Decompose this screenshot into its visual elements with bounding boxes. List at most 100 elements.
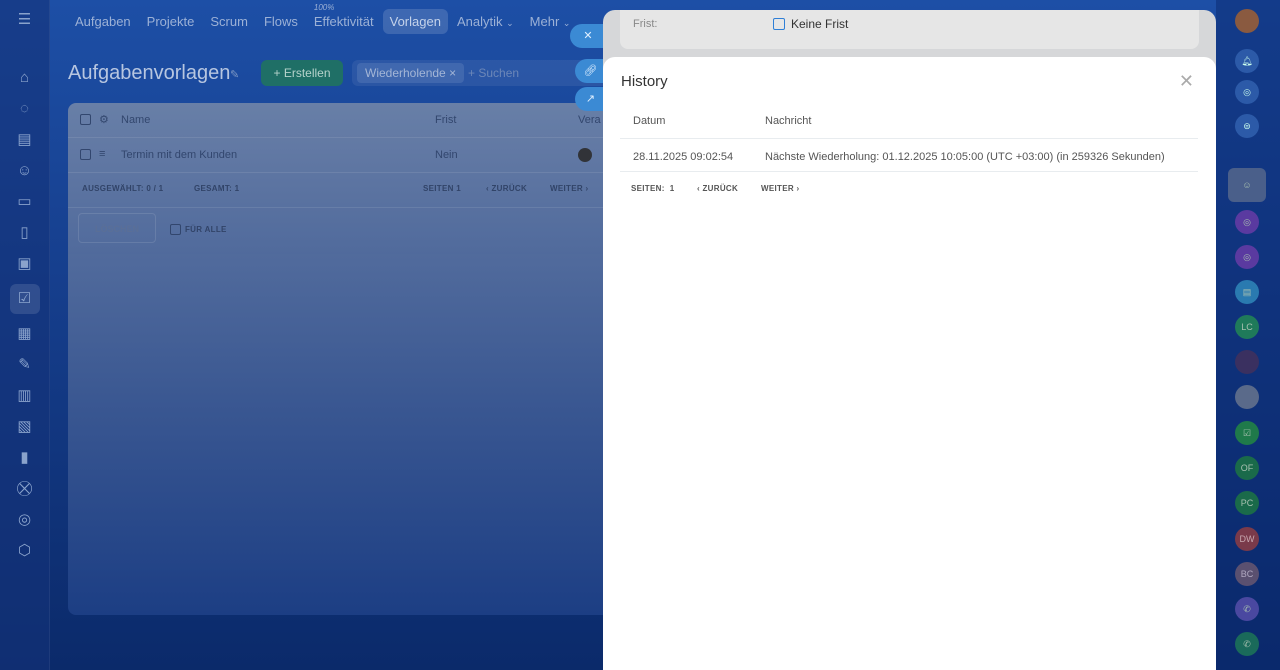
feed-icon[interactable]: ◌ [14,98,36,120]
menu-icon[interactable]: ☰ [14,9,36,31]
calendar-icon [773,18,785,30]
avatar[interactable] [578,148,592,162]
avatar-lc[interactable]: LC [1235,315,1259,339]
selected-label: AUSGEWÄHLT: [82,184,144,193]
total-count: GESAMT: 1 [194,184,239,193]
frist-value[interactable]: Keine Frist [773,17,848,31]
presentation-icon[interactable]: ▣ [14,253,36,275]
crm-icon[interactable]: ▧ [14,416,36,438]
tab-vorlagen[interactable]: Vorlagen [382,8,448,34]
avatar[interactable]: ☺ [1228,168,1266,202]
history-message: Nächste Wiederholung: 01.12.2025 10:05:0… [765,151,1165,163]
for-all-checkbox[interactable]: FÜR ALLE [170,224,227,235]
prev-label: ZURÜCK [702,184,739,193]
filter-chip[interactable]: Wiederholende × [357,63,465,83]
copilot-chat-icon[interactable]: ◎ [1235,245,1259,269]
tab-flows[interactable]: Flows [257,9,305,34]
chat-bubble-icon[interactable]: ▤ [1235,280,1259,304]
tab-effektivitaet[interactable]: 100% Effektivität [307,3,381,34]
store-icon[interactable]: ▥ [14,385,36,407]
tab-analytik[interactable]: Analytik ⌄ [450,9,521,34]
pages-value: 1 [669,184,675,193]
home-icon[interactable]: ⌂ [14,67,36,89]
pages: SEITEN 1 [423,184,461,193]
select-all-checkbox[interactable] [80,114,91,125]
avatar-pc[interactable]: PC [1235,491,1259,515]
for-all-label: FÜR ALLE [185,225,227,234]
tasks-chat-icon[interactable]: ☑ [1235,421,1259,445]
phone-icon[interactable]: ✆ [1235,632,1259,656]
frist-value-text: Keine Frist [791,17,849,31]
right-rail: 🔔︎ ◎ ⊜ ☺ ◎ ◎ ▤ LC ☑ OF PC DW BC ✆ ✆ [1216,0,1280,670]
avatar[interactable] [1235,350,1259,374]
column-name[interactable]: Name [121,114,150,126]
users-icon[interactable]: ☺ [14,160,36,182]
next-label: WEITER [550,184,583,193]
divider [620,138,1198,139]
row-checkbox[interactable] [80,149,91,160]
tab-mehr[interactable]: Mehr ⌄ [523,9,578,34]
avatar-of[interactable]: OF [1235,456,1259,480]
copilot-chat-icon[interactable]: ◎ [1235,210,1259,234]
selected-count: AUSGEWÄHLT: 0 / 1 [82,184,163,193]
cube-icon[interactable]: ⬡ [14,540,36,562]
column-datum: Datum [633,115,666,127]
history-next-button[interactable]: WEITER › [761,184,799,193]
tasks-icon[interactable]: ☑ [9,284,40,314]
cart-icon[interactable]: ⛒ [14,478,36,500]
create-button[interactable]: + Erstellen [261,60,343,86]
sign-icon[interactable]: ✎ [14,354,36,376]
delete-button[interactable]: LÖSCHEN [78,213,156,243]
effektivitaet-badge: 100% [313,2,335,12]
copilot-icon[interactable]: ◎ [1235,80,1259,104]
tab-label: Analytik [456,13,503,29]
settings-icon[interactable]: ⚙ [99,113,109,126]
tab-aufgaben[interactable]: Aufgaben [68,9,138,34]
left-sidebar: ☰ ⌂ ◌ ▤ ☺ ▭ ▯ ▣ ☑ ▦ ✎ ▥ ▧ ▮ ⛒ ◎ ⬡ [0,0,50,670]
remove-filter-icon[interactable]: × [449,66,456,80]
calendar-icon[interactable]: ▦ [14,323,36,345]
grid-header: ⚙ Name Frist Vera [68,103,628,138]
row-name[interactable]: Termin mit dem Kunden [121,149,237,161]
bell-icon[interactable]: 🔔︎ [1235,49,1259,73]
create-label: Erstellen [283,66,331,80]
inbox-icon[interactable]: ▭ [14,191,36,213]
popup-title: History [621,73,668,90]
open-new-window-icon[interactable]: ↗ [575,87,606,111]
page-title: Aufgabenvorlagen [68,62,231,84]
table-row[interactable]: ≡ Termin mit dem Kunden Nein [68,138,628,173]
avatar-dw[interactable]: DW [1235,527,1259,551]
analytics-icon[interactable]: ▮ [14,447,36,469]
selected-value: 0 / 1 [146,184,164,193]
search-input[interactable]: Wiederholende × + Suchen [352,60,612,86]
checkbox[interactable] [170,224,181,235]
copy-link-icon[interactable]: 🔗︎ [575,59,606,83]
tab-scrum[interactable]: Scrum [203,9,255,34]
avatar-bc[interactable]: BC [1235,562,1259,586]
user-avatar[interactable] [1235,9,1259,33]
drag-handle-icon[interactable]: ≡ [99,148,105,160]
row-frist: Nein [435,149,458,161]
close-slider-button[interactable]: ✕ [570,24,606,48]
chevron-down-icon: ⌄ [506,17,514,28]
phone-icon[interactable]: ✆ [1235,597,1259,621]
tab-label: Effektivität [313,13,374,29]
next-label: WEITER [761,184,794,193]
column-frist[interactable]: Frist [435,114,456,126]
history-prev-button[interactable]: ‹ ZURÜCK [697,184,738,193]
chat-search-icon[interactable]: ⊜ [1235,114,1259,138]
pin-icon[interactable]: ✎ [230,68,239,81]
file-icon[interactable]: ▯ [14,222,36,244]
history-date: 28.11.2025 09:02:54 [633,151,734,163]
close-icon[interactable]: ✕ [1179,71,1194,92]
next-button[interactable]: WEITER › [550,184,588,193]
group-avatar[interactable] [1235,385,1259,409]
tab-label: Mehr [529,13,560,29]
target-icon[interactable]: ◎ [14,509,36,531]
document-icon[interactable]: ▤ [14,129,36,151]
column-verantwortlich[interactable]: Vera [578,114,601,126]
column-nachricht: Nachricht [765,115,812,127]
tab-projekte[interactable]: Projekte [140,9,202,34]
prev-button[interactable]: ‹ ZURÜCK [486,184,527,193]
frist-card: Frist: Keine Frist [620,10,1199,49]
